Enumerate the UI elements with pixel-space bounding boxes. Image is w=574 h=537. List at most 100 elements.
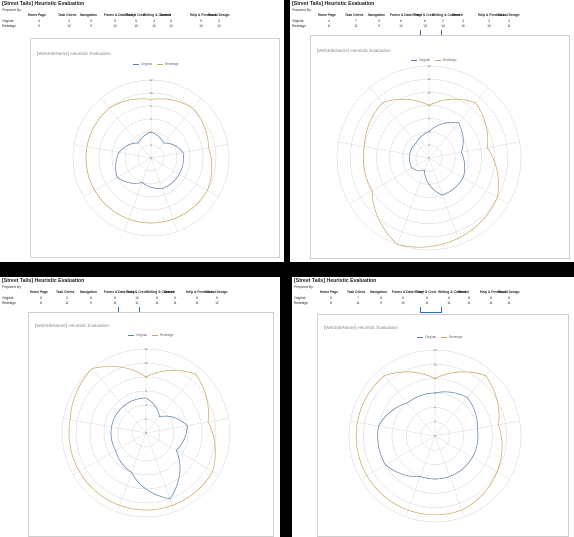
table-cell[interactable]: 4 bbox=[324, 19, 334, 23]
table-cell[interactable]: 12 bbox=[396, 24, 406, 28]
table-cell[interactable]: 11 bbox=[110, 301, 120, 305]
table-cell[interactable]: 5 bbox=[170, 296, 180, 300]
table-cell[interactable]: 8 bbox=[326, 301, 336, 305]
column-header[interactable]: Search bbox=[458, 290, 469, 294]
table-cell[interactable]: 9 bbox=[376, 301, 386, 305]
table-cell[interactable]: 10 bbox=[484, 24, 494, 28]
table-cell[interactable]: 12 bbox=[212, 301, 222, 305]
table-cell[interactable]: 6 bbox=[376, 296, 386, 300]
table-cell[interactable]: 7 bbox=[353, 296, 363, 300]
table-cell[interactable]: 8 bbox=[464, 296, 474, 300]
table-cell[interactable]: 11 bbox=[504, 24, 514, 28]
table-cell[interactable]: 11 bbox=[170, 301, 180, 305]
column-header[interactable]: Navigation bbox=[80, 290, 97, 294]
table-cell[interactable]: 6 bbox=[166, 19, 176, 23]
table-cell[interactable]: 5 bbox=[36, 296, 46, 300]
table-cell[interactable]: 10 bbox=[132, 296, 142, 300]
table-cell[interactable]: 11 bbox=[152, 301, 162, 305]
table-cell[interactable]: 7 bbox=[351, 19, 361, 23]
table-cell[interactable]: 3 bbox=[484, 19, 494, 23]
row-label-redesign[interactable]: Redesign bbox=[2, 301, 16, 305]
radar-chart[interactable]: 0 2 4 6 8 10 12 14 [WebSiteName] Heuristic Evalu… bbox=[310, 35, 570, 259]
column-header[interactable]: Visual Design bbox=[206, 290, 228, 294]
table-cell[interactable]: 11 bbox=[486, 301, 496, 305]
table-cell[interactable]: 5 bbox=[192, 296, 202, 300]
column-header[interactable]: Home Page bbox=[28, 13, 46, 17]
table-cell[interactable]: 14 bbox=[438, 24, 448, 28]
row-label-redesign[interactable]: Redesign bbox=[294, 301, 308, 305]
table-cell[interactable]: 3 bbox=[62, 296, 72, 300]
column-header[interactable]: Search bbox=[452, 13, 463, 17]
column-header[interactable]: Visual Design bbox=[498, 290, 520, 294]
row-label-redesign[interactable]: Redesign bbox=[2, 24, 16, 28]
table-cell[interactable]: 13 bbox=[420, 24, 430, 28]
column-header[interactable]: Trust & Cred. bbox=[126, 290, 147, 294]
table-cell[interactable]: 8 bbox=[36, 301, 46, 305]
column-header[interactable]: Home Page bbox=[320, 290, 338, 294]
table-cell[interactable]: 5 bbox=[131, 19, 141, 23]
table-cell[interactable]: 10 bbox=[110, 24, 120, 28]
row-label-original[interactable]: Original bbox=[292, 19, 303, 23]
table-cell[interactable]: 10 bbox=[149, 24, 159, 28]
column-header[interactable]: Navigation bbox=[370, 290, 387, 294]
row-label-original[interactable]: Original bbox=[2, 296, 13, 300]
row-label-original[interactable]: Original bbox=[294, 296, 305, 300]
table-cell[interactable]: 2 bbox=[438, 19, 448, 23]
table-cell[interactable]: 10 bbox=[131, 24, 141, 28]
table-cell[interactable]: 10 bbox=[214, 24, 224, 28]
column-header[interactable]: Search bbox=[160, 13, 171, 17]
table-cell[interactable]: 9 bbox=[34, 24, 44, 28]
column-header[interactable]: Task Orient. bbox=[58, 13, 77, 17]
table-cell[interactable]: 9 bbox=[86, 301, 96, 305]
table-cell[interactable]: 11 bbox=[351, 24, 361, 28]
column-header[interactable]: Visual Design bbox=[498, 13, 520, 17]
table-cell[interactable]: 4 bbox=[149, 19, 159, 23]
table-cell[interactable]: 6 bbox=[504, 296, 514, 300]
table-cell[interactable]: 11 bbox=[422, 301, 432, 305]
radar-chart[interactable]: 0 2 4 6 8 10 12 [WebSiteName] Heuristic Evaluat… bbox=[30, 38, 280, 258]
column-header[interactable]: Task Orient. bbox=[345, 13, 364, 17]
table-cell[interactable]: 11 bbox=[444, 301, 454, 305]
table-cell[interactable]: 3 bbox=[64, 19, 74, 23]
table-cell[interactable]: 6 bbox=[86, 296, 96, 300]
table-cell[interactable]: 8 bbox=[324, 24, 334, 28]
selected-cell-handle[interactable] bbox=[420, 307, 442, 313]
table-cell[interactable]: 10 bbox=[166, 24, 176, 28]
table-cell[interactable]: 10 bbox=[64, 24, 74, 28]
column-header[interactable]: Search bbox=[164, 290, 175, 294]
table-cell[interactable]: 9 bbox=[86, 24, 96, 28]
table-cell[interactable]: 10 bbox=[458, 24, 468, 28]
column-header[interactable]: Home Page bbox=[30, 290, 48, 294]
table-cell[interactable]: 11 bbox=[132, 301, 142, 305]
table-cell[interactable]: 10 bbox=[196, 24, 206, 28]
table-cell[interactable]: 10 bbox=[398, 301, 408, 305]
table-cell[interactable]: 5 bbox=[110, 19, 120, 23]
column-header[interactable]: Navigation bbox=[80, 13, 97, 17]
table-cell[interactable]: 11 bbox=[464, 301, 474, 305]
table-cell[interactable]: 5 bbox=[110, 296, 120, 300]
table-cell[interactable]: 6 bbox=[422, 296, 432, 300]
table-cell[interactable]: 11 bbox=[62, 301, 72, 305]
table-cell[interactable]: 5 bbox=[374, 19, 384, 23]
table-cell[interactable]: 6 bbox=[326, 296, 336, 300]
table-cell[interactable]: 3 bbox=[504, 19, 514, 23]
row-label-original[interactable]: Original bbox=[2, 19, 13, 23]
table-cell[interactable]: 6 bbox=[420, 19, 430, 23]
table-cell[interactable]: 4 bbox=[34, 19, 44, 23]
table-cell[interactable]: 6 bbox=[444, 296, 454, 300]
radar-chart[interactable]: 0 2 4 6 8 10 12 [WebSiteName] Heuristic Evaluat… bbox=[28, 312, 274, 537]
table-cell[interactable]: 8 bbox=[486, 296, 496, 300]
table-cell[interactable]: 5 bbox=[212, 296, 222, 300]
table-cell[interactable]: 6 bbox=[398, 296, 408, 300]
column-header[interactable]: Task Orient. bbox=[56, 290, 75, 294]
table-cell[interactable]: 11 bbox=[192, 301, 202, 305]
table-cell[interactable]: 11 bbox=[504, 301, 514, 305]
table-cell[interactable]: 11 bbox=[353, 301, 363, 305]
column-header[interactable]: Task Orient. bbox=[347, 290, 366, 294]
table-cell[interactable]: 6 bbox=[152, 296, 162, 300]
table-cell[interactable]: 6 bbox=[396, 19, 406, 23]
table-cell[interactable]: 9 bbox=[374, 24, 384, 28]
column-header[interactable]: Visual Design bbox=[208, 13, 230, 17]
column-header[interactable]: Trust & Cred. bbox=[416, 290, 437, 294]
radar-chart[interactable]: 0 2 4 6 8 10 12 [WebSiteName] Heuristic Evaluat… bbox=[317, 314, 569, 537]
